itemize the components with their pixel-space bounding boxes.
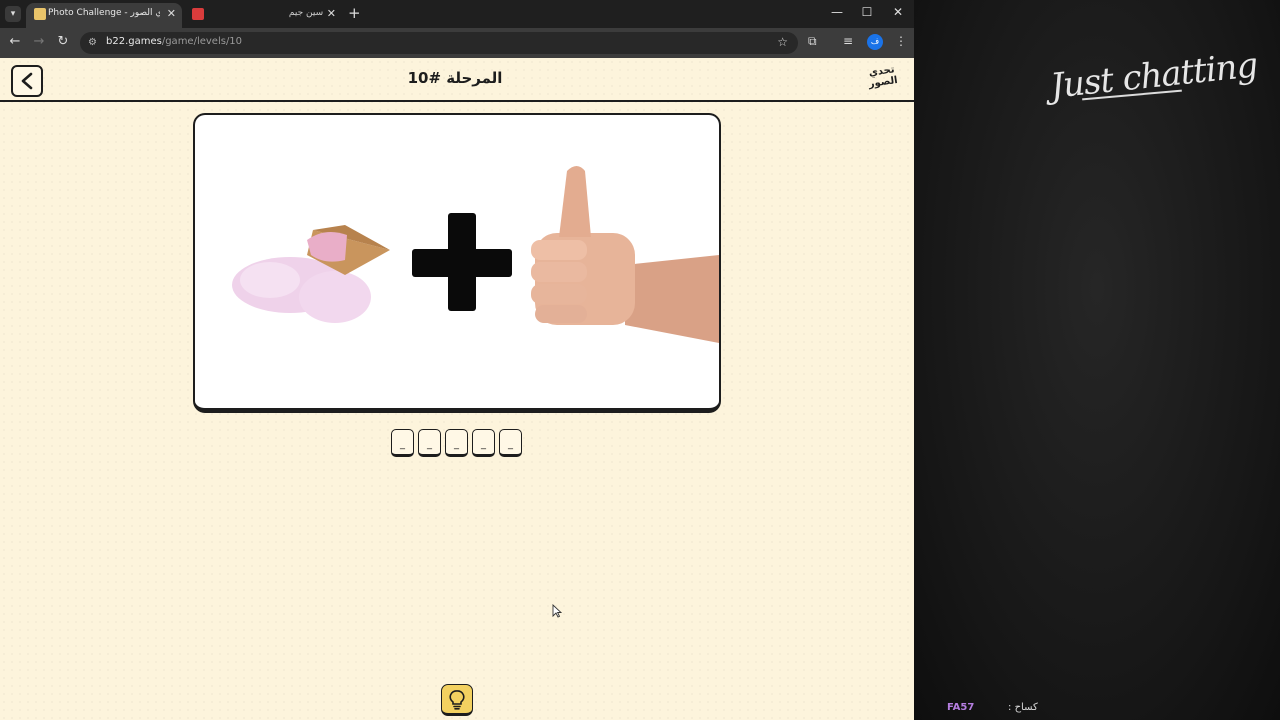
favicon-icon [192,8,204,20]
puzzle-illustration [232,166,719,343]
puzzle-image [193,113,721,413]
screen: ▾ Photo Challenge - تحدي الصور ✕ سين جيم… [0,0,1280,720]
hint-button[interactable] [441,684,473,716]
tab-strip: ▾ Photo Challenge - تحدي الصور ✕ سين جيم… [0,0,914,28]
tab-photo-challenge[interactable]: Photo Challenge - تحدي الصور ✕ [26,3,182,28]
answer-slot[interactable]: _ [472,429,495,457]
puzzle-icon[interactable]: ⧉ [808,34,817,49]
forward-nav-icon[interactable]: → [30,34,48,49]
media-icon[interactable]: ≡ [843,34,853,48]
back-button[interactable] [11,65,43,97]
stream-side-panel: Just chatting [914,0,1280,720]
footer-label: : كساح [1008,702,1038,713]
profile-avatar[interactable]: ف [867,34,883,50]
chevron-left-icon [21,72,33,90]
browser-toolbar: ← → ↻ ⚙ b22.games/game/levels/10 ☆ ⧉ ≡ ف… [0,28,914,58]
answer-slot[interactable]: _ [418,429,441,457]
url-domain: b22.games [106,36,162,47]
close-window-icon[interactable]: ✕ [883,5,913,19]
url-path: /game/levels/10 [161,36,243,47]
tab-search-icon[interactable]: ▾ [5,6,21,22]
menu-icon[interactable]: ⋮ [895,34,907,48]
mouse-cursor-icon [552,604,562,618]
minimize-icon[interactable]: — [822,5,852,19]
close-tab-icon[interactable]: ✕ [327,7,336,20]
tab-seen-jeem[interactable]: سين جيم ✕ [186,3,342,28]
favicon-icon [34,8,46,20]
game-header: المرحلة #10 تحدي الصور [0,58,914,102]
plus-symbol [412,213,512,311]
answer-slot[interactable]: _ [445,429,468,457]
new-tab-icon[interactable]: + [348,4,361,22]
reload-icon[interactable]: ↻ [54,34,72,49]
thumbs-up-image [531,166,719,343]
site-info-icon[interactable]: ⚙ [88,37,97,48]
tab-title: Photo Challenge - تحدي الصور [48,8,160,18]
lightbulb-icon [449,690,465,710]
game-page: المرحلة #10 تحدي الصور _ _ _ _ _ [0,58,914,720]
ice-cream-image [232,225,390,323]
level-title: المرحلة #10 [407,69,503,87]
maximize-icon[interactable]: ☐ [852,5,882,19]
back-nav-icon[interactable]: ← [6,34,24,49]
browser-window: ▾ Photo Challenge - تحدي الصور ✕ سين جيم… [0,0,914,720]
answer-slot[interactable]: _ [499,429,522,457]
footer-code: FA57 [947,702,975,713]
address-bar[interactable]: ⚙ b22.games/game/levels/10 ☆ [80,32,798,54]
tab-title: سين جيم [288,8,324,18]
star-icon[interactable]: ☆ [777,35,788,49]
panel-title: Just chatting [1048,45,1260,107]
close-tab-icon[interactable]: ✕ [167,7,176,20]
answer-slots: _ _ _ _ _ [391,429,523,457]
answer-slot[interactable]: _ [391,429,414,457]
game-logo[interactable]: تحدي الصور [861,63,905,98]
url-text: b22.games/game/levels/10 [106,36,242,47]
